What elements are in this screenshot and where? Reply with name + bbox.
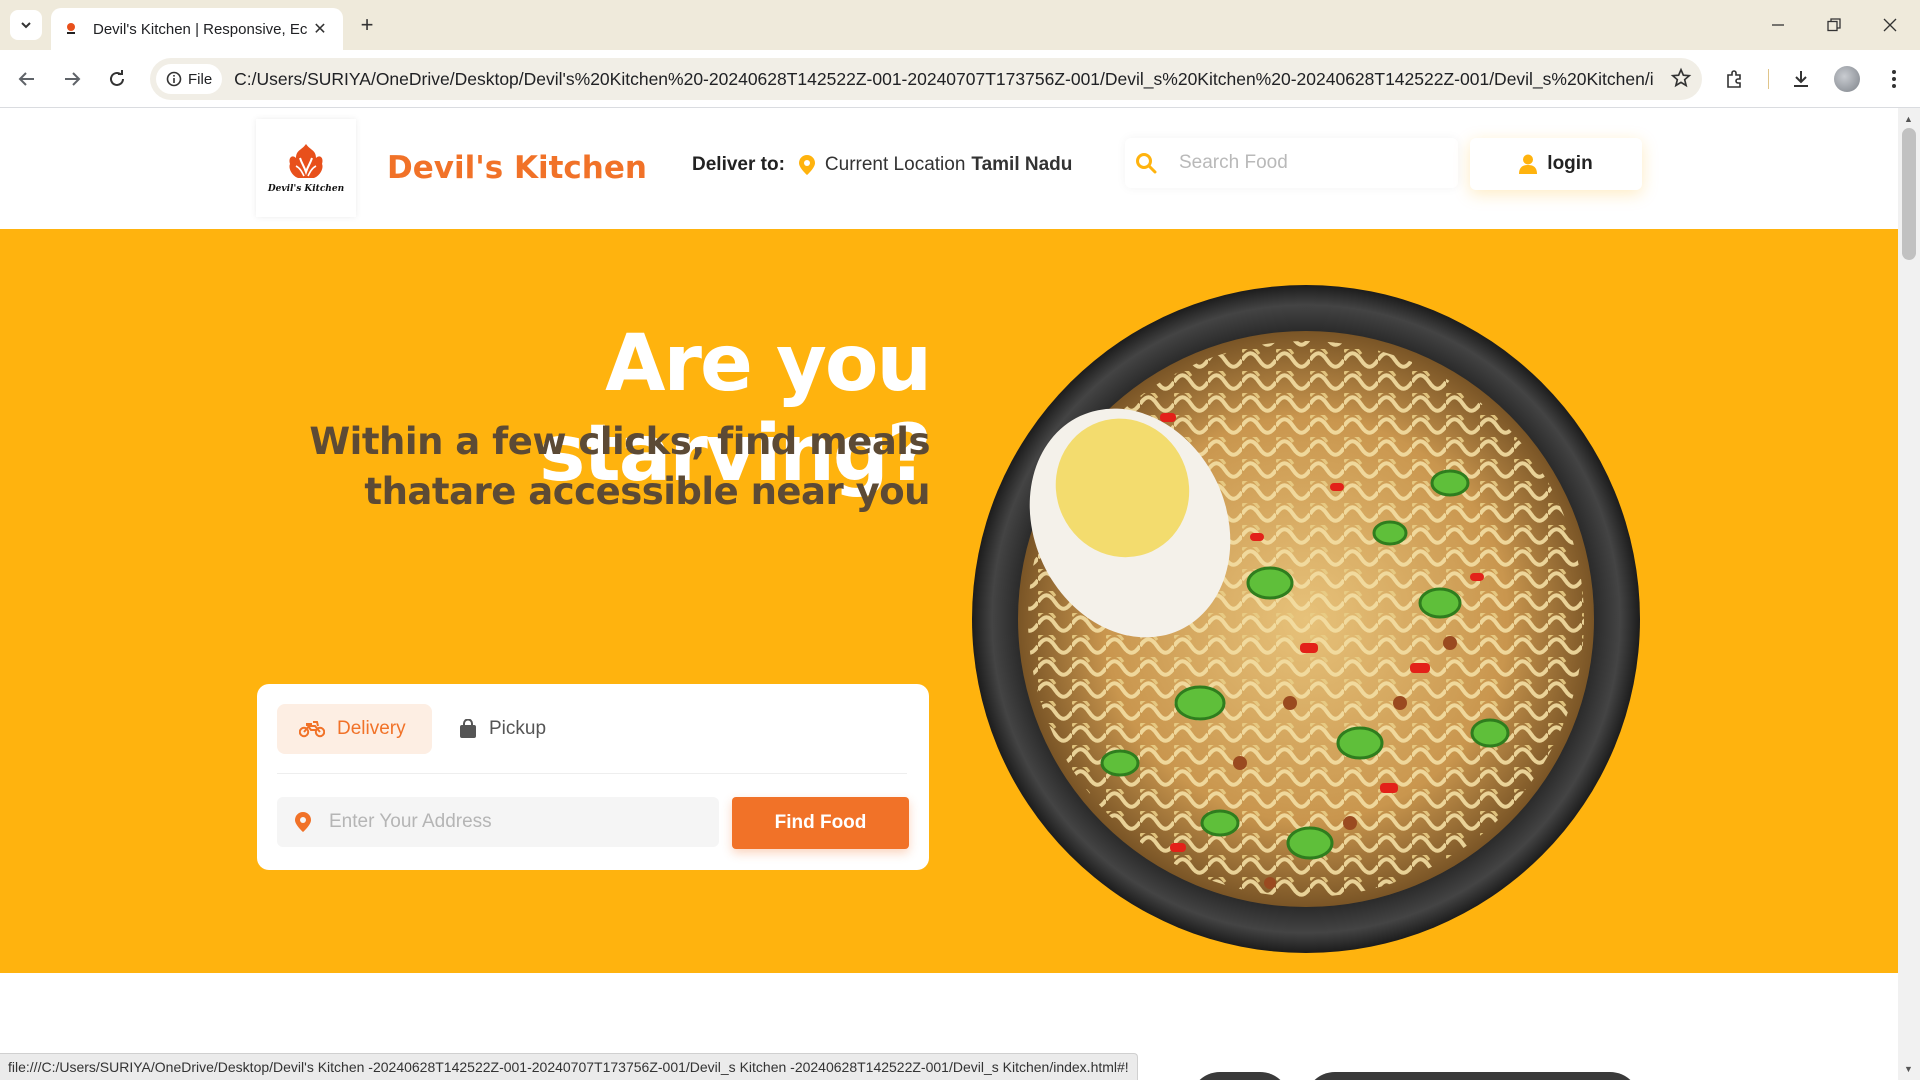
browser-toolbar: File C:/Users/SURIYA/OneDrive/Desktop/De… [0,50,1920,108]
toolbar-separator [1768,69,1769,89]
hero-subtitle: Within a few clicks, find meals thatare … [300,417,930,517]
arrow-left-icon [18,72,34,86]
food-search-box[interactable] [1125,138,1458,188]
delivery-location[interactable]: Deliver to: Current Location Tamil Nadu [692,154,1072,176]
scroll-down-arrow-icon[interactable]: ▼ [1904,1064,1913,1074]
new-tab-button[interactable]: + [352,10,382,40]
tab-delivery[interactable]: Delivery [277,704,432,754]
login-button[interactable]: login [1470,138,1642,190]
scroll-up-arrow-icon[interactable]: ▲ [1904,114,1913,124]
close-window-button[interactable] [1862,0,1918,50]
chevron-down-icon [21,22,31,29]
site-info-chip[interactable]: File [156,64,223,94]
tab-title: Devil's Kitchen | Responsive, Ec [93,20,308,38]
site-logo[interactable]: Devil's Kitchen [256,119,356,217]
close-icon [1883,18,1897,32]
next-section-card [1305,1072,1640,1080]
restore-icon [1827,18,1841,32]
location-pin-icon [295,812,311,832]
find-food-button[interactable]: Find Food [732,797,909,849]
browser-tab[interactable]: Devil's Kitchen | Responsive, Ec ✕ [51,8,343,50]
hero-subtitle-line-1: Within a few clicks, find meals [309,420,930,463]
address-input[interactable] [329,811,689,833]
site-navbar: Devil's Kitchen Devil's Kitchen Deliver … [0,108,1898,229]
next-section-card [1190,1072,1290,1080]
extensions-icon[interactable] [1719,63,1751,95]
tab-pickup[interactable]: Pickup [437,704,577,754]
order-card: Delivery Pickup Find Food [257,684,929,870]
address-field[interactable] [277,797,719,847]
minimize-icon [1772,24,1784,26]
close-tab-icon[interactable]: ✕ [309,18,331,40]
deliver-to-label: Deliver to: [692,154,785,175]
favicon-icon [67,23,75,34]
address-bar[interactable]: File C:/Users/SURIYA/OneDrive/Desktop/De… [150,58,1702,100]
page-scrollbar[interactable]: ▲ ▼ [1898,108,1920,1080]
hero-subtitle-line-2: thatare accessible near you [364,470,930,513]
tab-search-button[interactable] [10,10,42,40]
arrow-right-icon [65,72,81,86]
minimize-button[interactable] [1750,0,1806,50]
order-mode-tabs: Delivery Pickup [277,704,907,774]
motorcycle-icon [299,721,325,738]
user-icon [1519,154,1538,174]
tab-delivery-label: Delivery [337,718,406,739]
location-state: Tamil Nadu [971,154,1073,175]
info-icon [166,71,182,87]
more-menu-icon[interactable] [1878,63,1910,95]
noodle-bowl-image [972,285,1640,953]
hero-section: Are you starving? Within a few clicks, f… [0,229,1898,973]
search-icon [1136,153,1157,174]
reload-icon [110,70,124,86]
brand-name[interactable]: Devil's Kitchen [387,150,647,186]
restore-button[interactable] [1806,0,1862,50]
logo-text: Devil's Kitchen [267,184,345,194]
profile-avatar[interactable] [1834,66,1860,92]
link-status-bar: file:///C:/Users/SURIYA/OneDrive/Desktop… [0,1053,1138,1080]
reload-button[interactable] [101,63,133,95]
back-button[interactable] [11,63,43,95]
url-text[interactable]: C:/Users/SURIYA/OneDrive/Desktop/Devil's… [234,69,1654,90]
shopping-bag-icon [460,719,476,738]
scrollbar-thumb[interactable] [1902,128,1916,260]
search-food-input[interactable] [1179,152,1419,174]
site-chip-label: File [188,70,213,88]
tab-pickup-label: Pickup [489,718,547,739]
current-location-text: Current Location [824,154,966,175]
login-label: login [1547,153,1593,174]
web-page: Devil's Kitchen Devil's Kitchen Deliver … [0,108,1898,1080]
flame-logo-icon [289,144,323,178]
downloads-icon[interactable] [1785,63,1817,95]
location-pin-icon [798,155,815,175]
forward-button[interactable] [56,63,88,95]
browser-tab-bar: Devil's Kitchen | Responsive, Ec ✕ + [0,0,1920,50]
bookmark-star-icon[interactable] [1670,67,1692,94]
